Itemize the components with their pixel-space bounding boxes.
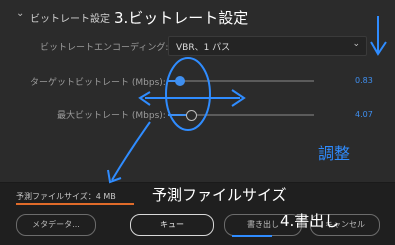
underline-annotation — [16, 203, 134, 205]
annotation-step3: 3.ビットレート設定 — [114, 9, 249, 27]
encoding-label: ビットレートエンコーディング: — [40, 43, 169, 53]
chevron-down-icon: ⌄ — [352, 39, 360, 49]
target-bitrate-label: ターゲットビットレート (Mbps): — [30, 78, 166, 88]
encoding-value: VBR、1 パス — [176, 43, 231, 53]
target-bitrate-value[interactable]: 0.83 — [355, 76, 373, 85]
annotation-estimate: 予測ファイルサイズ — [152, 186, 287, 204]
estimated-size-label: 予測ファイルサイズ： — [16, 192, 96, 201]
divider — [0, 182, 395, 183]
metadata-button[interactable]: メタデータ... — [16, 214, 96, 236]
encoding-select[interactable]: VBR、1 パス ⌄ — [168, 36, 367, 56]
estimated-size-value: 4 MB — [95, 192, 116, 201]
annotation-adjust: 調整 — [318, 144, 351, 163]
target-bitrate-slider[interactable] — [168, 76, 314, 86]
max-bitrate-value[interactable]: 4.07 — [355, 110, 373, 119]
max-bitrate-label: 最大ビットレート (Mbps): — [57, 111, 166, 121]
chevron-down-icon[interactable]: ⌄ — [16, 8, 24, 19]
estimated-file-size: 予測ファイルサイズ：4 MB — [16, 191, 116, 202]
section-title: ビットレート設定 — [30, 14, 110, 25]
max-bitrate-knob[interactable] — [186, 110, 198, 121]
max-bitrate-slider[interactable] — [168, 110, 314, 121]
target-bitrate-knob[interactable] — [174, 76, 185, 86]
annotation-step4: 4.書出し — [280, 212, 340, 230]
queue-button[interactable]: キュー — [130, 214, 214, 236]
